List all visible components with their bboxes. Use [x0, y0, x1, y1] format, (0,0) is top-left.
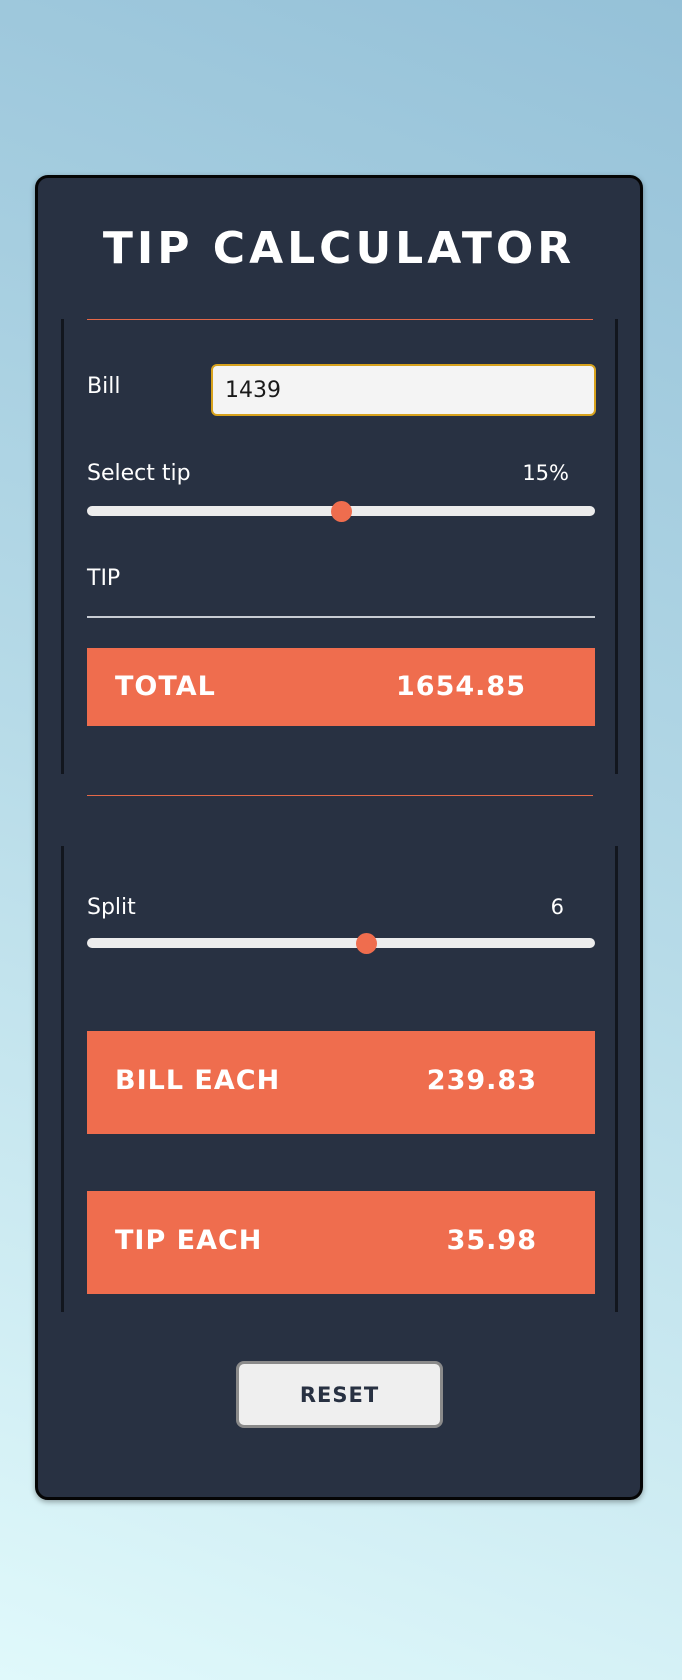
- total-box: TOTAL 1654.85: [87, 648, 595, 726]
- bill-label: Bill: [87, 374, 121, 399]
- split-label: Split: [87, 895, 136, 920]
- select-tip-label: Select tip: [87, 461, 191, 486]
- reset-button[interactable]: RESET: [236, 1361, 443, 1428]
- tip-each-value: 35.98: [446, 1225, 537, 1256]
- tip-label: TIP: [87, 566, 121, 591]
- tip-slider[interactable]: [87, 501, 595, 522]
- app-title: TIP CALCULATOR: [102, 223, 576, 274]
- split-slider[interactable]: [87, 933, 595, 954]
- total-label: TOTAL: [115, 671, 216, 702]
- bill-input[interactable]: [211, 364, 596, 416]
- split-value: 6: [550, 895, 564, 919]
- divider-middle: [87, 795, 593, 796]
- divider-top: [87, 319, 593, 320]
- tip-calculator-card: TIP CALCULATOR Bill Select tip 15% TIP T…: [35, 175, 643, 1500]
- bill-each-label: BILL EACH: [115, 1065, 281, 1096]
- bill-each-value: 239.83: [426, 1065, 537, 1096]
- tip-slider-thumb[interactable]: [331, 501, 352, 522]
- total-value: 1654.85: [396, 671, 526, 702]
- tip-underline: [87, 616, 595, 618]
- tip-each-box: TIP EACH 35.98: [87, 1191, 595, 1294]
- bill-each-box: BILL EACH 239.83: [87, 1031, 595, 1134]
- tip-each-label: TIP EACH: [115, 1225, 263, 1256]
- tip-percent-display: 15%: [522, 461, 569, 485]
